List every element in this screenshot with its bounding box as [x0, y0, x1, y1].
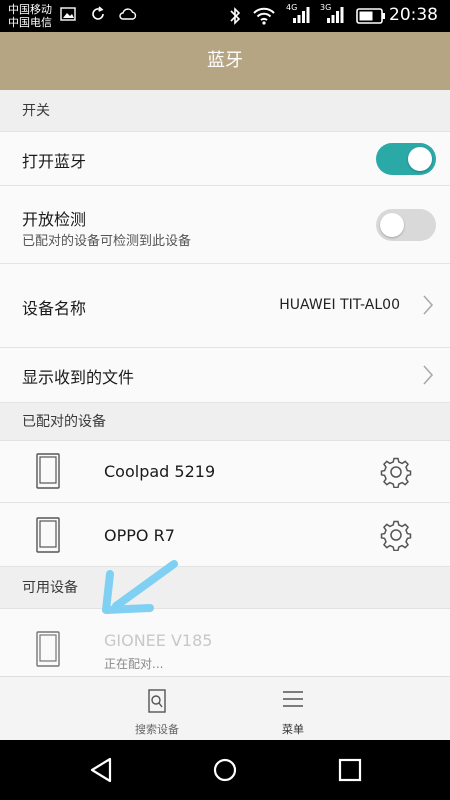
discoverable-subtitle: 已配对的设备可检测到此设备 — [22, 234, 192, 249]
bluetooth-label: 打开蓝牙 — [22, 152, 87, 171]
clock: 20:38 — [389, 5, 438, 25]
phone-icon — [36, 453, 60, 493]
received-files-row[interactable]: 显示收到的文件 — [0, 348, 450, 403]
sync-icon — [90, 6, 106, 26]
device-name: OPPO R7 — [104, 526, 175, 545]
switch-knob — [380, 213, 404, 237]
annotation-arrow — [96, 556, 186, 620]
bluetooth-toggle-row[interactable]: 打开蓝牙 — [0, 132, 450, 186]
bluetooth-switch[interactable] — [376, 143, 436, 175]
wifi-icon — [252, 6, 276, 30]
menu-button[interactable]: 菜单 — [228, 677, 358, 741]
switch-knob — [408, 147, 432, 171]
device-name: Coolpad 5219 — [104, 462, 216, 481]
page-title: 蓝牙 — [207, 50, 243, 71]
carrier-1: 中国移动 — [8, 3, 52, 16]
search-devices-button[interactable]: 搜索设备 — [92, 677, 222, 741]
section-header-available: 可用设备 — [0, 567, 450, 609]
status-bar: 中国移动 中国电信 4G 3G 20:38 — [0, 0, 450, 32]
search-devices-label: 搜索设备 — [135, 723, 179, 736]
search-device-icon — [147, 689, 167, 717]
image-icon — [60, 6, 76, 25]
discoverable-label: 开放检测 — [22, 210, 87, 229]
menu-icon — [281, 689, 305, 713]
discoverable-row[interactable]: 开放检测 已配对的设备可检测到此设备 — [0, 186, 450, 264]
cloud-icon — [118, 6, 138, 25]
system-nav-bar — [0, 740, 450, 800]
signal-icon — [326, 6, 344, 28]
paired-device-oppo[interactable]: OPPO R7 — [0, 503, 450, 567]
device-name: GIONEE V185 — [104, 631, 213, 650]
bottom-toolbar: 搜索设备 菜单 — [0, 676, 450, 741]
available-device-gionee[interactable]: GIONEE V185 正在配对... — [0, 609, 450, 676]
received-files-label: 显示收到的文件 — [22, 368, 135, 387]
section-header-switch: 开关 — [0, 90, 450, 132]
paired-device-coolpad[interactable]: Coolpad 5219 — [0, 441, 450, 503]
recent-apps-icon[interactable] — [338, 758, 362, 786]
section-title: 已配对的设备 — [22, 414, 106, 430]
gear-icon[interactable] — [380, 519, 412, 555]
carrier-2: 中国电信 — [8, 16, 52, 29]
phone-icon — [36, 631, 60, 671]
signal-icon — [292, 6, 310, 28]
gear-icon[interactable] — [380, 456, 412, 492]
section-title: 开关 — [22, 103, 50, 119]
section-title: 可用设备 — [22, 580, 78, 596]
discoverable-switch[interactable] — [376, 209, 436, 241]
back-icon[interactable] — [88, 756, 114, 788]
device-name-value: HUAWEI TIT-AL00 — [279, 297, 400, 313]
battery-icon — [356, 8, 386, 28]
device-name-row[interactable]: 设备名称 HUAWEI TIT-AL00 — [0, 264, 450, 348]
bluetooth-icon — [228, 6, 242, 30]
chevron-right-icon — [422, 294, 434, 320]
chevron-right-icon — [422, 364, 434, 390]
app-header: 蓝牙 — [0, 32, 450, 90]
menu-label: 菜单 — [282, 723, 304, 736]
phone-icon — [36, 517, 60, 557]
home-icon[interactable] — [211, 756, 239, 788]
pairing-status: 正在配对... — [104, 657, 164, 671]
carrier-info: 中国移动 中国电信 — [8, 3, 52, 29]
device-name-label: 设备名称 — [22, 299, 87, 318]
section-header-paired: 已配对的设备 — [0, 403, 450, 441]
